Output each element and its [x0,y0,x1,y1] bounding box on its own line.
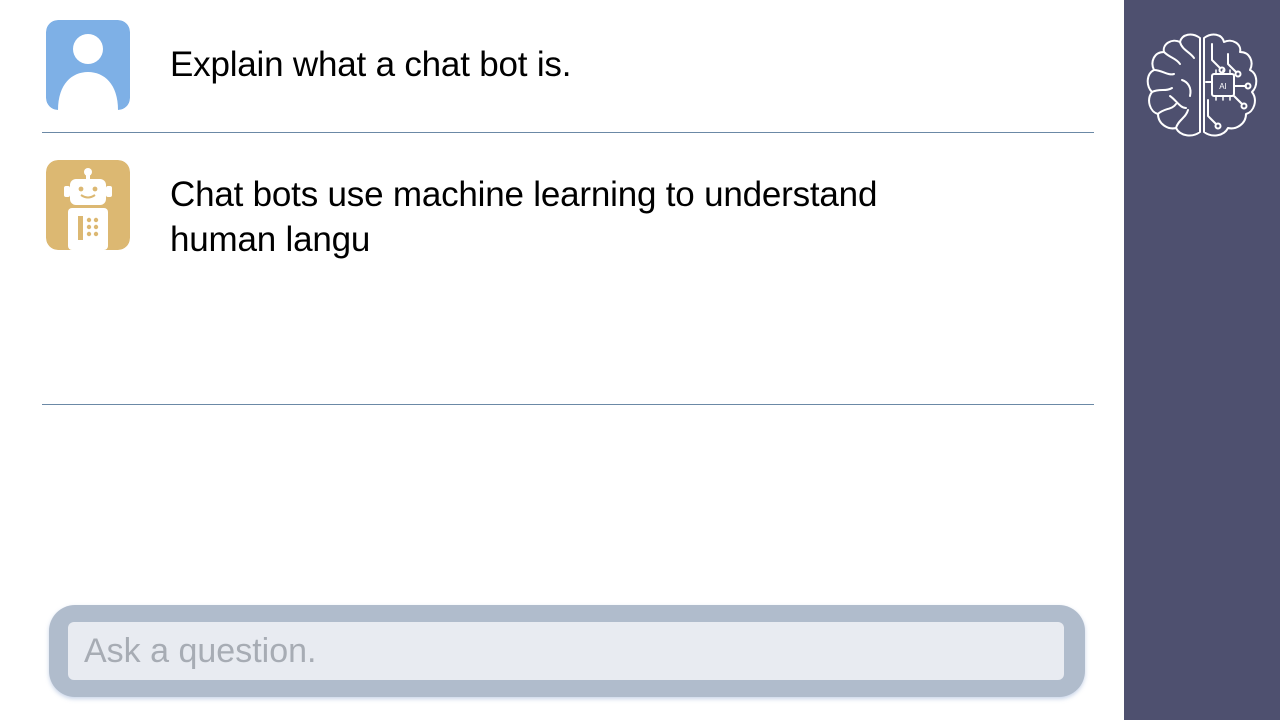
sidebar: AI [1124,0,1280,720]
bot-message-text: Chat bots use machine learning to unders… [170,175,878,259]
robot-avatar-icon [46,160,130,250]
question-input[interactable] [68,622,1064,680]
message-divider [42,404,1094,405]
user-avatar-icon [46,20,130,110]
question-input-container [49,605,1085,697]
logo-ai-label: AI [1219,82,1227,91]
chat-app: Explain what a chat bot is. Chat bots us… [0,0,1280,720]
message-divider [42,132,1094,133]
user-message-text: Explain what a chat bot is. [170,45,572,84]
brain-ai-icon: AI [1142,30,1262,142]
chat-panel: Explain what a chat bot is. Chat bots us… [0,0,1124,720]
